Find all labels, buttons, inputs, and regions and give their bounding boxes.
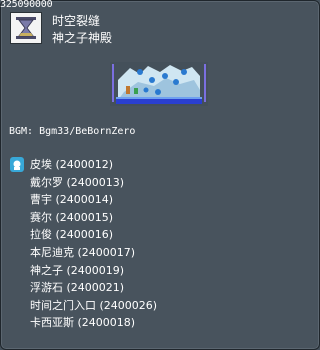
npc-list-item[interactable]: 时间之门入口 (2400026) <box>30 297 157 314</box>
npc-head-icon <box>10 157 24 172</box>
npc-list-item[interactable]: 拉俊 (2400016) <box>30 226 113 243</box>
street-name: 时空裂缝 <box>52 14 101 28</box>
bgm-label: BGM: Bgm33/BeBornZero <box>9 126 136 137</box>
npc-list-item[interactable]: 曹宇 (2400014) <box>30 191 113 208</box>
map-name: 神之子神殿 <box>52 31 113 45</box>
npc-list-item[interactable]: 本尼迪克 (2400017) <box>30 244 135 261</box>
npc-list-item[interactable]: 神之子 (2400019) <box>30 262 124 279</box>
map-id-label: 325090000 <box>0 0 53 10</box>
minimap-preview <box>110 62 208 106</box>
npc-list-item[interactable]: 皮埃 (2400012) <box>30 156 113 173</box>
hourglass-map-icon <box>10 12 42 44</box>
npc-list-item[interactable]: 卡西亚斯 (2400018) <box>30 314 135 331</box>
npc-list-item[interactable]: 戴尔罗 (2400013) <box>30 174 124 191</box>
npc-list-item[interactable]: 赛尔 (2400015) <box>30 209 113 226</box>
npc-list-item[interactable]: 浮游石 (2400021) <box>30 279 124 296</box>
